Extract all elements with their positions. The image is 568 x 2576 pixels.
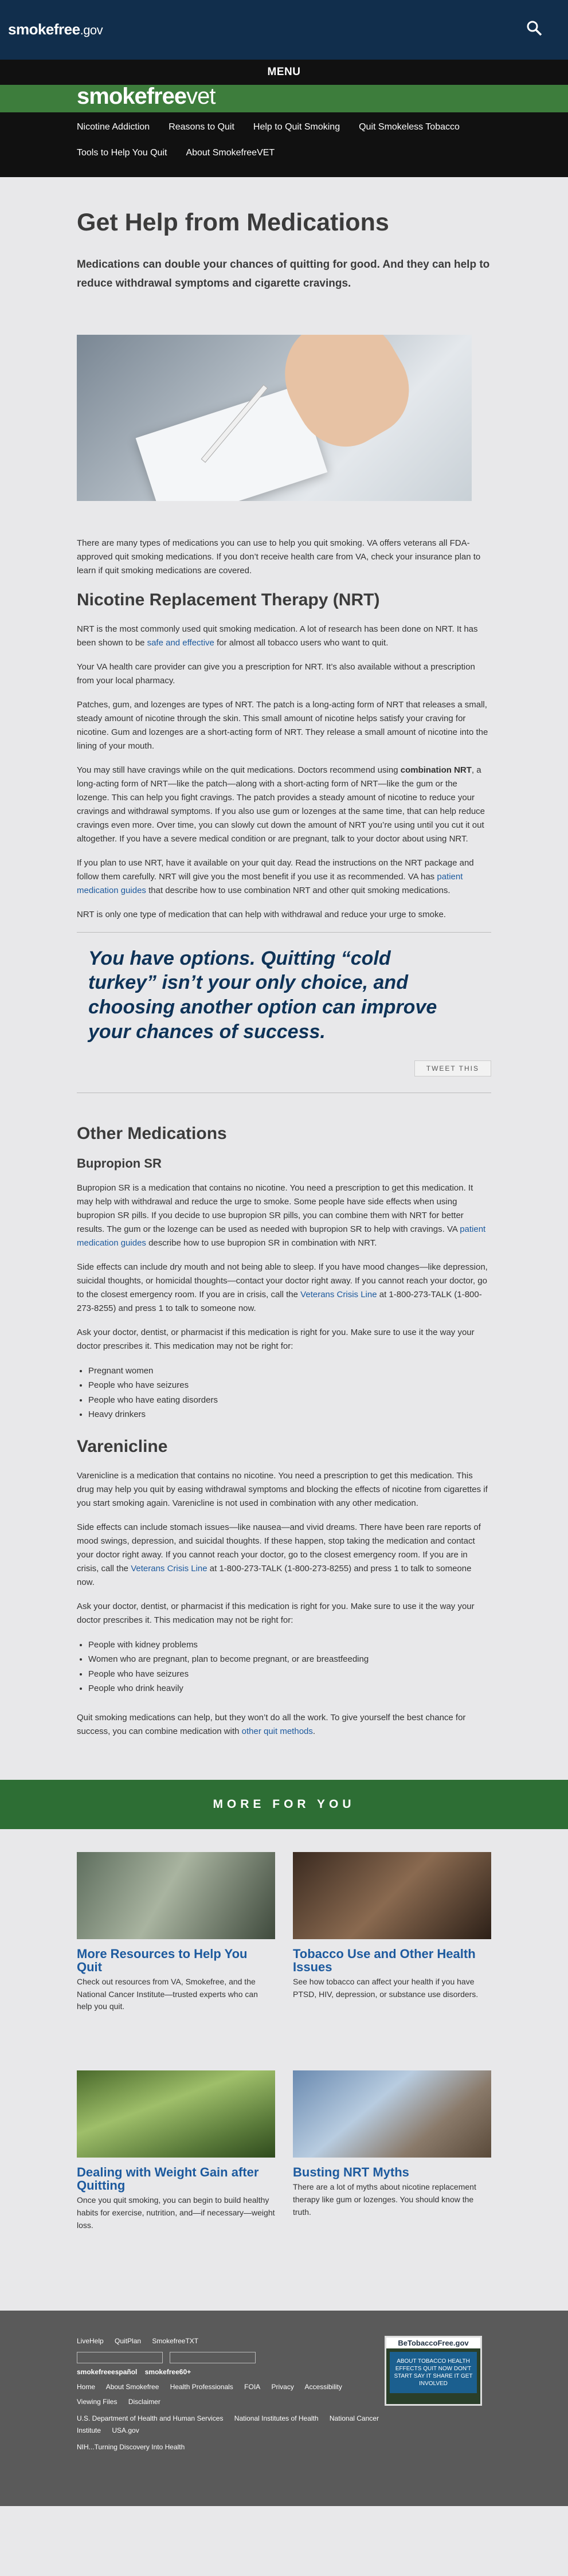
footer-link-smokefreetxt[interactable]: SmokefreeTXT [152,2337,198,2345]
logo-placeholder[interactable] [170,2352,256,2364]
footer-link-hhs[interactable]: U.S. Department of Health and Human Serv… [77,2414,223,2422]
list-item: Women who are pregnant, plan to become p… [88,1652,491,1667]
footer-link-foia[interactable]: FOIA [244,2383,260,2391]
more-cards: More Resources to Help You Quit Check ou… [77,1829,491,2311]
varenicline-paragraph-2: Side effects can include stomach issues—… [77,1522,481,1587]
more-for-you-heading: MORE FOR YOU [0,1779,568,1829]
card-weight-gain[interactable]: Dealing with Weight Gain after Quitting … [77,2070,275,2242]
card-image [77,2070,275,2158]
bupropion-heading: Bupropion SR [77,1156,162,1170]
list-item: Pregnant women [88,1364,491,1379]
footer-link-health-professionals[interactable]: Health Professionals [170,2383,233,2391]
footer-link-about[interactable]: About Smokefree [106,2383,159,2391]
menu-button[interactable]: MENU [0,60,568,85]
nrt-heading: Nicotine Replacement Therapy (NRT) [77,590,380,609]
nav-item-reasons-to-quit[interactable]: Reasons to Quit [169,122,234,133]
varenicline-paragraph-3: Ask your doctor, dentist, or pharmacist … [77,1601,475,1625]
footer-agency-links: U.S. Department of Health and Human Serv… [77,2413,398,2436]
card-health-issues[interactable]: Tobacco Use and Other Health Issues See … [293,1851,491,2023]
nav-item-nicotine-addiction[interactable]: Nicotine Addiction [77,122,150,133]
closing-paragraph: Quit smoking medications can help, but t… [77,1712,466,1736]
logo-placeholder[interactable] [77,2352,163,2364]
card-image [293,1851,491,1939]
nav-item-about[interactable]: About SmokefreeVET [186,147,275,159]
badge-text: ABOUT TOBACCO HEALTH EFFECTS QUIT NOW DO… [390,2352,477,2394]
nrt-paragraph-2: Your VA health care provider can give yo… [77,661,475,686]
safe-effective-link[interactable]: safe and effective [147,638,214,648]
nav-item-quit-smokeless[interactable]: Quit Smokeless Tobacco [359,122,460,133]
footer-link-viewing-files[interactable]: Viewing Files [77,2398,117,2406]
card-title[interactable]: Tobacco Use and Other Health Issues [293,1947,491,1974]
footer-links: Home About Smokefree Health Professional… [77,2383,568,2391]
other-medications-heading: Other Medications [77,1123,227,1143]
list-item: People who have seizures [88,1378,491,1393]
smokefree-60-logo[interactable]: smokefree60+ [145,2368,191,2376]
footer-link-livehelp[interactable]: LiveHelp [77,2337,104,2345]
top-bar: smokefree.gov [0,0,568,60]
nrt-paragraph-3: Patches, gum, and lozenges are types of … [77,699,488,751]
badge-title: BeTobaccoFree.gov [386,2338,480,2349]
footer-link-disclaimer[interactable]: Disclaimer [128,2398,160,2406]
card-title[interactable]: Dealing with Weight Gain after Quitting [77,2166,275,2192]
bupropion-paragraph-1: Bupropion SR is a medication that contai… [77,1183,486,1248]
card-resources[interactable]: More Resources to Help You Quit Check ou… [77,1851,275,2023]
footer-top-links: LiveHelp QuitPlan SmokefreeTXT [77,2337,568,2345]
varenicline-paragraph-1: Varenicline is a medication that contain… [77,1470,488,1508]
footer-link-quitplan[interactable]: QuitPlan [115,2337,141,2345]
card-text: Check out resources from VA, Smokefree, … [77,1977,258,2011]
partner-logos [77,2352,568,2364]
crisis-line-link[interactable]: Veterans Crisis Line [300,1290,377,1299]
varenicline-list: People with kidney problems Women who ar… [88,1638,491,1696]
varenicline-heading: Varenicline [77,1436,168,1456]
nrt-paragraph-5: If you plan to use NRT, have it availabl… [77,858,474,895]
page-title: Get Help from Medications [77,209,389,236]
tweet-this-button[interactable]: TWEET THIS [414,1060,491,1076]
nrt-paragraph-4: You may still have cravings while on the… [77,765,485,844]
footer-brands: smokefreeespañol smokefree60+ [77,2368,568,2376]
betobaccofree-badge[interactable]: BeTobaccoFree.gov ABOUT TOBACCO HEALTH E… [385,2336,482,2406]
nav-item-tools[interactable]: Tools to Help You Quit [77,147,167,159]
nrt-paragraph-1: NRT is the most commonly used quit smoki… [77,624,478,648]
list-item: People with kidney problems [88,1638,491,1653]
list-item: People who have seizures [88,1667,491,1682]
card-title[interactable]: More Resources to Help You Quit [77,1947,275,1974]
footer-links-2: Viewing Files Disclaimer [77,2398,568,2406]
footer-link-privacy[interactable]: Privacy [272,2383,294,2391]
main-nav: Nicotine Addiction Reasons to Quit Help … [0,112,568,177]
hero-image [77,334,472,501]
card-nrt-myths[interactable]: Busting NRT Myths There are a lot of myt… [293,2070,491,2242]
nav-item-help-to-quit[interactable]: Help to Quit Smoking [253,122,340,133]
bupropion-list: Pregnant women People who have seizures … [88,1364,491,1422]
lead-text: Medications can double your chances of q… [77,259,490,290]
list-item: Heavy drinkers [88,1407,491,1422]
footer-link-accessibility[interactable]: Accessibility [305,2383,342,2391]
pull-quote: You have options. Quitting “cold turkey”… [88,947,437,1043]
list-item: People who drink heavily [88,1681,491,1696]
card-text: Once you quit smoking, you can begin to … [77,2195,275,2230]
smokefree-espanol-logo[interactable]: smokefreeespañol [77,2368,137,2376]
nrt-paragraph-6: NRT is only one type of medication that … [77,909,446,919]
footer-link-home[interactable]: Home [77,2383,95,2391]
vet-banner: smokefreevet [0,84,568,112]
card-text: There are a lot of myths about nicotine … [293,2182,476,2217]
bupropion-paragraph-2: Side effects can include dry mouth and n… [77,1262,488,1313]
intro-paragraph: There are many types of medications you … [77,538,481,576]
footer-link-usagov[interactable]: USA.gov [112,2426,139,2434]
crisis-line-link[interactable]: Veterans Crisis Line [131,1564,207,1573]
site-logo[interactable]: smokefree.gov [8,21,103,38]
divider [77,931,491,933]
other-quit-methods-link[interactable]: other quit methods [242,1727,313,1736]
footer-link-nih[interactable]: National Institutes of Health [234,2414,319,2422]
card-title[interactable]: Busting NRT Myths [293,2166,491,2179]
card-image [293,2070,491,2158]
search-icon[interactable] [526,19,543,37]
smokefreevet-logo[interactable]: smokefreevet [77,84,216,109]
main-content: Get Help from Medications Medications ca… [77,177,491,1739]
site-footer: LiveHelp QuitPlan SmokefreeTXT smokefree… [0,2311,568,2507]
list-item: People who have eating disorders [88,1393,491,1408]
card-image [77,1851,275,1939]
bupropion-paragraph-3: Ask your doctor, dentist, or pharmacist … [77,1327,475,1351]
card-text: See how tobacco can affect your health i… [293,1977,479,1999]
footer-tagline: NIH...Turning Discovery Into Health [77,2443,185,2452]
